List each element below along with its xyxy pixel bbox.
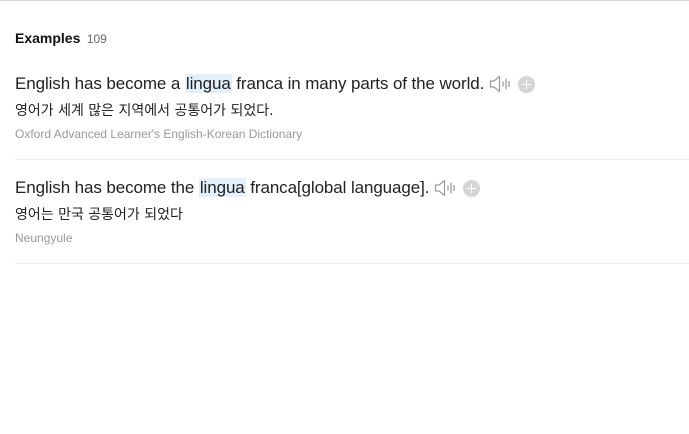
speaker-icon[interactable] [434,178,458,198]
highlighted-term[interactable]: lingua [184,74,232,93]
example-sentence-line: English has become a lingua franca in ma… [15,71,536,97]
example-translation: 영어는 만국 공통어가 되었다 [15,207,183,223]
add-to-wordbook-icon[interactable] [463,179,481,197]
sentence-text: franca in many parts of the world. [231,74,485,93]
example-translation: 영어가 세계 많은 지역에서 공통어가 되었다. [15,103,274,119]
example-item: English has become a lingua franca in ma… [15,71,689,160]
sentence-text: franca[global language]. [245,178,430,197]
example-source[interactable]: Neungyule [15,231,72,245]
example-source[interactable]: Oxford Advanced Learner's English-Korean… [15,127,302,141]
example-count: 109 [86,32,107,46]
example-sentence: English has become the lingua franca[glo… [15,178,429,198]
section-header: Examples 109 [15,30,107,48]
sentence-text: English has become the [15,178,199,197]
sentence-text: English has become a [15,74,185,93]
speaker-icon[interactable] [489,74,513,94]
add-to-wordbook-icon[interactable] [518,75,536,93]
example-item: English has become the lingua franca[glo… [15,175,689,264]
highlighted-term[interactable]: lingua [198,178,246,197]
section-title: Examples [15,30,81,46]
example-sentence: English has become a lingua franca in ma… [15,74,484,94]
example-sentence-line: English has become the lingua franca[glo… [15,175,481,201]
